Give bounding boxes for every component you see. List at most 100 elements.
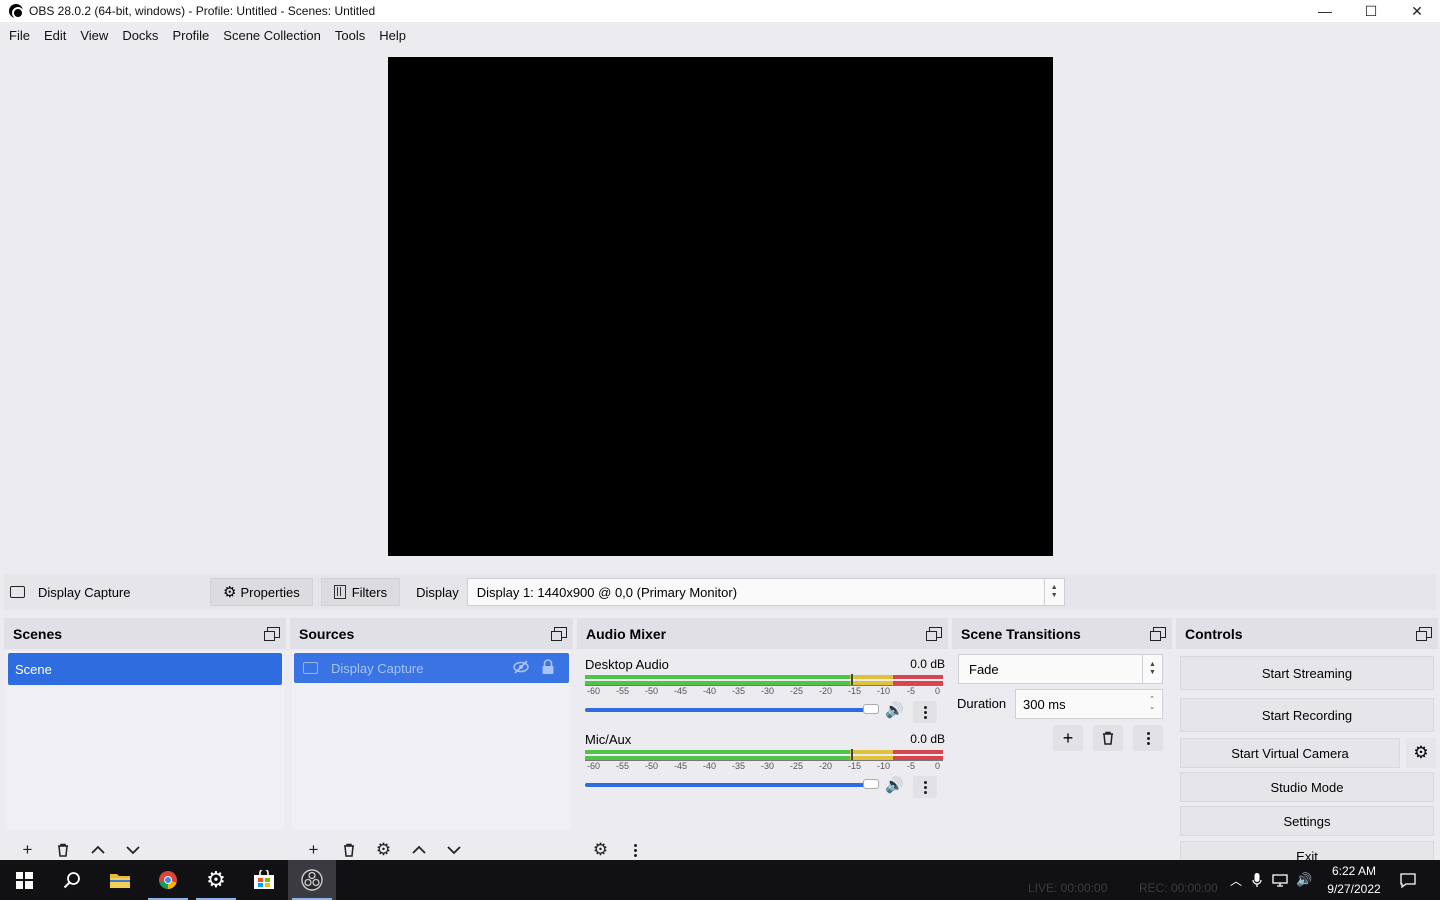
- channel-menu-button[interactable]: [913, 776, 937, 798]
- preview-area: [0, 48, 1440, 568]
- scale-label: -50: [645, 761, 659, 771]
- speaker-icon[interactable]: 🔊: [885, 776, 904, 794]
- search-icon: [63, 872, 80, 889]
- menu-view[interactable]: View: [73, 28, 115, 43]
- transition-select[interactable]: Fade ▲ ▼: [958, 654, 1163, 684]
- menu-tools[interactable]: Tools: [328, 28, 372, 43]
- scale-label: -40: [703, 686, 717, 696]
- controls-title: Controls: [1185, 625, 1243, 642]
- scale-label: -30: [761, 761, 775, 771]
- move-scene-down-button[interactable]: [115, 840, 150, 860]
- advanced-audio-button[interactable]: ⚙: [583, 840, 618, 860]
- filters-button[interactable]: Filters: [320, 578, 401, 606]
- menu-help[interactable]: Help: [372, 28, 413, 43]
- file-explorer-button[interactable]: [96, 860, 144, 900]
- volume-slider-thumb[interactable]: [863, 704, 879, 714]
- meter-scale: -60 -55 -50 -45 -40 -35 -30 -25 -20 -15 …: [585, 685, 943, 697]
- properties-button[interactable]: ⚙ Properties: [210, 578, 313, 606]
- menu-scene-collection[interactable]: Scene Collection: [216, 28, 328, 43]
- undock-icon[interactable]: [1416, 626, 1432, 641]
- volume-slider[interactable]: [585, 704, 879, 714]
- microphone-icon[interactable]: [1252, 872, 1262, 888]
- volume-meter: [585, 674, 943, 686]
- menu-profile[interactable]: Profile: [165, 28, 216, 43]
- display-label: Display: [416, 584, 459, 600]
- taskbar: ⚙: [0, 860, 1440, 900]
- gear-icon: ⚙: [206, 867, 226, 892]
- scale-label: -60: [587, 761, 601, 771]
- audio-mixer-header: Audio Mixer: [577, 618, 948, 649]
- notification-button[interactable]: [1396, 860, 1420, 900]
- scale-label: -10: [877, 761, 891, 771]
- search-button[interactable]: [48, 860, 96, 900]
- scale-label: -25: [790, 761, 804, 771]
- rec-status: REC: 00:00:00: [1139, 881, 1218, 895]
- scenes-body: Scene +: [4, 649, 286, 860]
- lock-icon[interactable]: [541, 659, 555, 675]
- close-button[interactable]: ✕: [1394, 0, 1440, 22]
- eye-hidden-icon[interactable]: [513, 660, 529, 674]
- network-icon[interactable]: [1272, 873, 1288, 887]
- channel-name: Desktop Audio: [585, 657, 669, 672]
- volume-icon[interactable]: 🔊: [1296, 872, 1312, 888]
- controls-body: Start Streaming Start Recording Start Vi…: [1176, 649, 1438, 871]
- start-virtual-camera-button[interactable]: Start Virtual Camera: [1180, 738, 1400, 768]
- remove-scene-button[interactable]: [45, 840, 80, 860]
- scale-label: -20: [819, 761, 833, 771]
- add-transition-button[interactable]: +: [1053, 725, 1083, 751]
- display-select-value: Display 1: 1440x900 @ 0,0 (Primary Monit…: [476, 584, 738, 600]
- speaker-icon[interactable]: 🔊: [885, 701, 904, 719]
- start-recording-button[interactable]: Start Recording: [1180, 698, 1434, 732]
- undock-icon[interactable]: [264, 626, 280, 641]
- add-source-button[interactable]: +: [296, 840, 331, 860]
- scene-item[interactable]: Scene: [8, 653, 282, 685]
- menu-file[interactable]: File: [2, 28, 37, 43]
- duration-value: 300 ms: [1023, 696, 1066, 712]
- spinner-arrows-icon[interactable]: ⌃ ⌄: [1142, 690, 1162, 718]
- display-select[interactable]: Display 1: 1440x900 @ 0,0 (Primary Monit…: [466, 578, 1065, 606]
- trash-icon: [57, 843, 68, 857]
- sources-dock: Sources Display Capture + ⚙: [290, 618, 573, 860]
- source-properties-button[interactable]: ⚙: [366, 840, 401, 860]
- move-scene-up-button[interactable]: [80, 840, 115, 860]
- sources-body: Display Capture + ⚙: [290, 649, 573, 860]
- virtual-camera-settings-button[interactable]: ⚙: [1406, 738, 1436, 768]
- transition-menu-button[interactable]: [1133, 725, 1163, 751]
- undock-icon[interactable]: [926, 626, 942, 641]
- obs-taskbar-button[interactable]: [288, 860, 336, 900]
- minimize-button[interactable]: —: [1302, 0, 1348, 22]
- chevron-up-icon[interactable]: ︿: [1230, 872, 1242, 889]
- channel-menu-button[interactable]: [913, 701, 937, 723]
- settings-button[interactable]: Settings: [1180, 806, 1434, 836]
- taskbar-clock[interactable]: 6:22 AM 9/27/2022: [1318, 862, 1390, 898]
- preview-canvas[interactable]: [388, 57, 1053, 556]
- undock-icon[interactable]: [551, 626, 567, 641]
- trash-icon: [343, 843, 354, 857]
- source-item[interactable]: Display Capture: [294, 653, 569, 683]
- duration-input[interactable]: 300 ms ⌃ ⌄: [1015, 689, 1163, 719]
- menu-docks[interactable]: Docks: [115, 28, 165, 43]
- undock-icon[interactable]: [1150, 626, 1166, 641]
- volume-slider[interactable]: [585, 779, 879, 789]
- move-source-up-button[interactable]: [401, 840, 436, 860]
- menu-edit[interactable]: Edit: [37, 28, 73, 43]
- chrome-button[interactable]: [144, 860, 192, 900]
- store-button[interactable]: [240, 860, 288, 900]
- maximize-button[interactable]: ☐: [1348, 0, 1394, 22]
- start-streaming-button[interactable]: Start Streaming: [1180, 656, 1434, 690]
- studio-mode-button[interactable]: Studio Mode: [1180, 772, 1434, 802]
- add-scene-button[interactable]: +: [10, 840, 45, 860]
- start-button[interactable]: [0, 860, 48, 900]
- controls-header: Controls: [1176, 618, 1438, 649]
- remove-source-button[interactable]: [331, 840, 366, 860]
- move-source-down-button[interactable]: [436, 840, 471, 860]
- audio-mixer-menu-button[interactable]: [618, 840, 653, 860]
- settings-app-button[interactable]: ⚙: [192, 860, 240, 900]
- scale-label: -5: [907, 686, 916, 696]
- remove-transition-button[interactable]: [1093, 725, 1123, 751]
- transition-select-value: Fade: [969, 661, 999, 677]
- volume-slider-thumb[interactable]: [863, 779, 879, 789]
- channel-db: 0.0 dB: [910, 732, 945, 746]
- scenes-title: Scenes: [13, 625, 63, 642]
- selected-source-name: Display Capture: [38, 584, 131, 600]
